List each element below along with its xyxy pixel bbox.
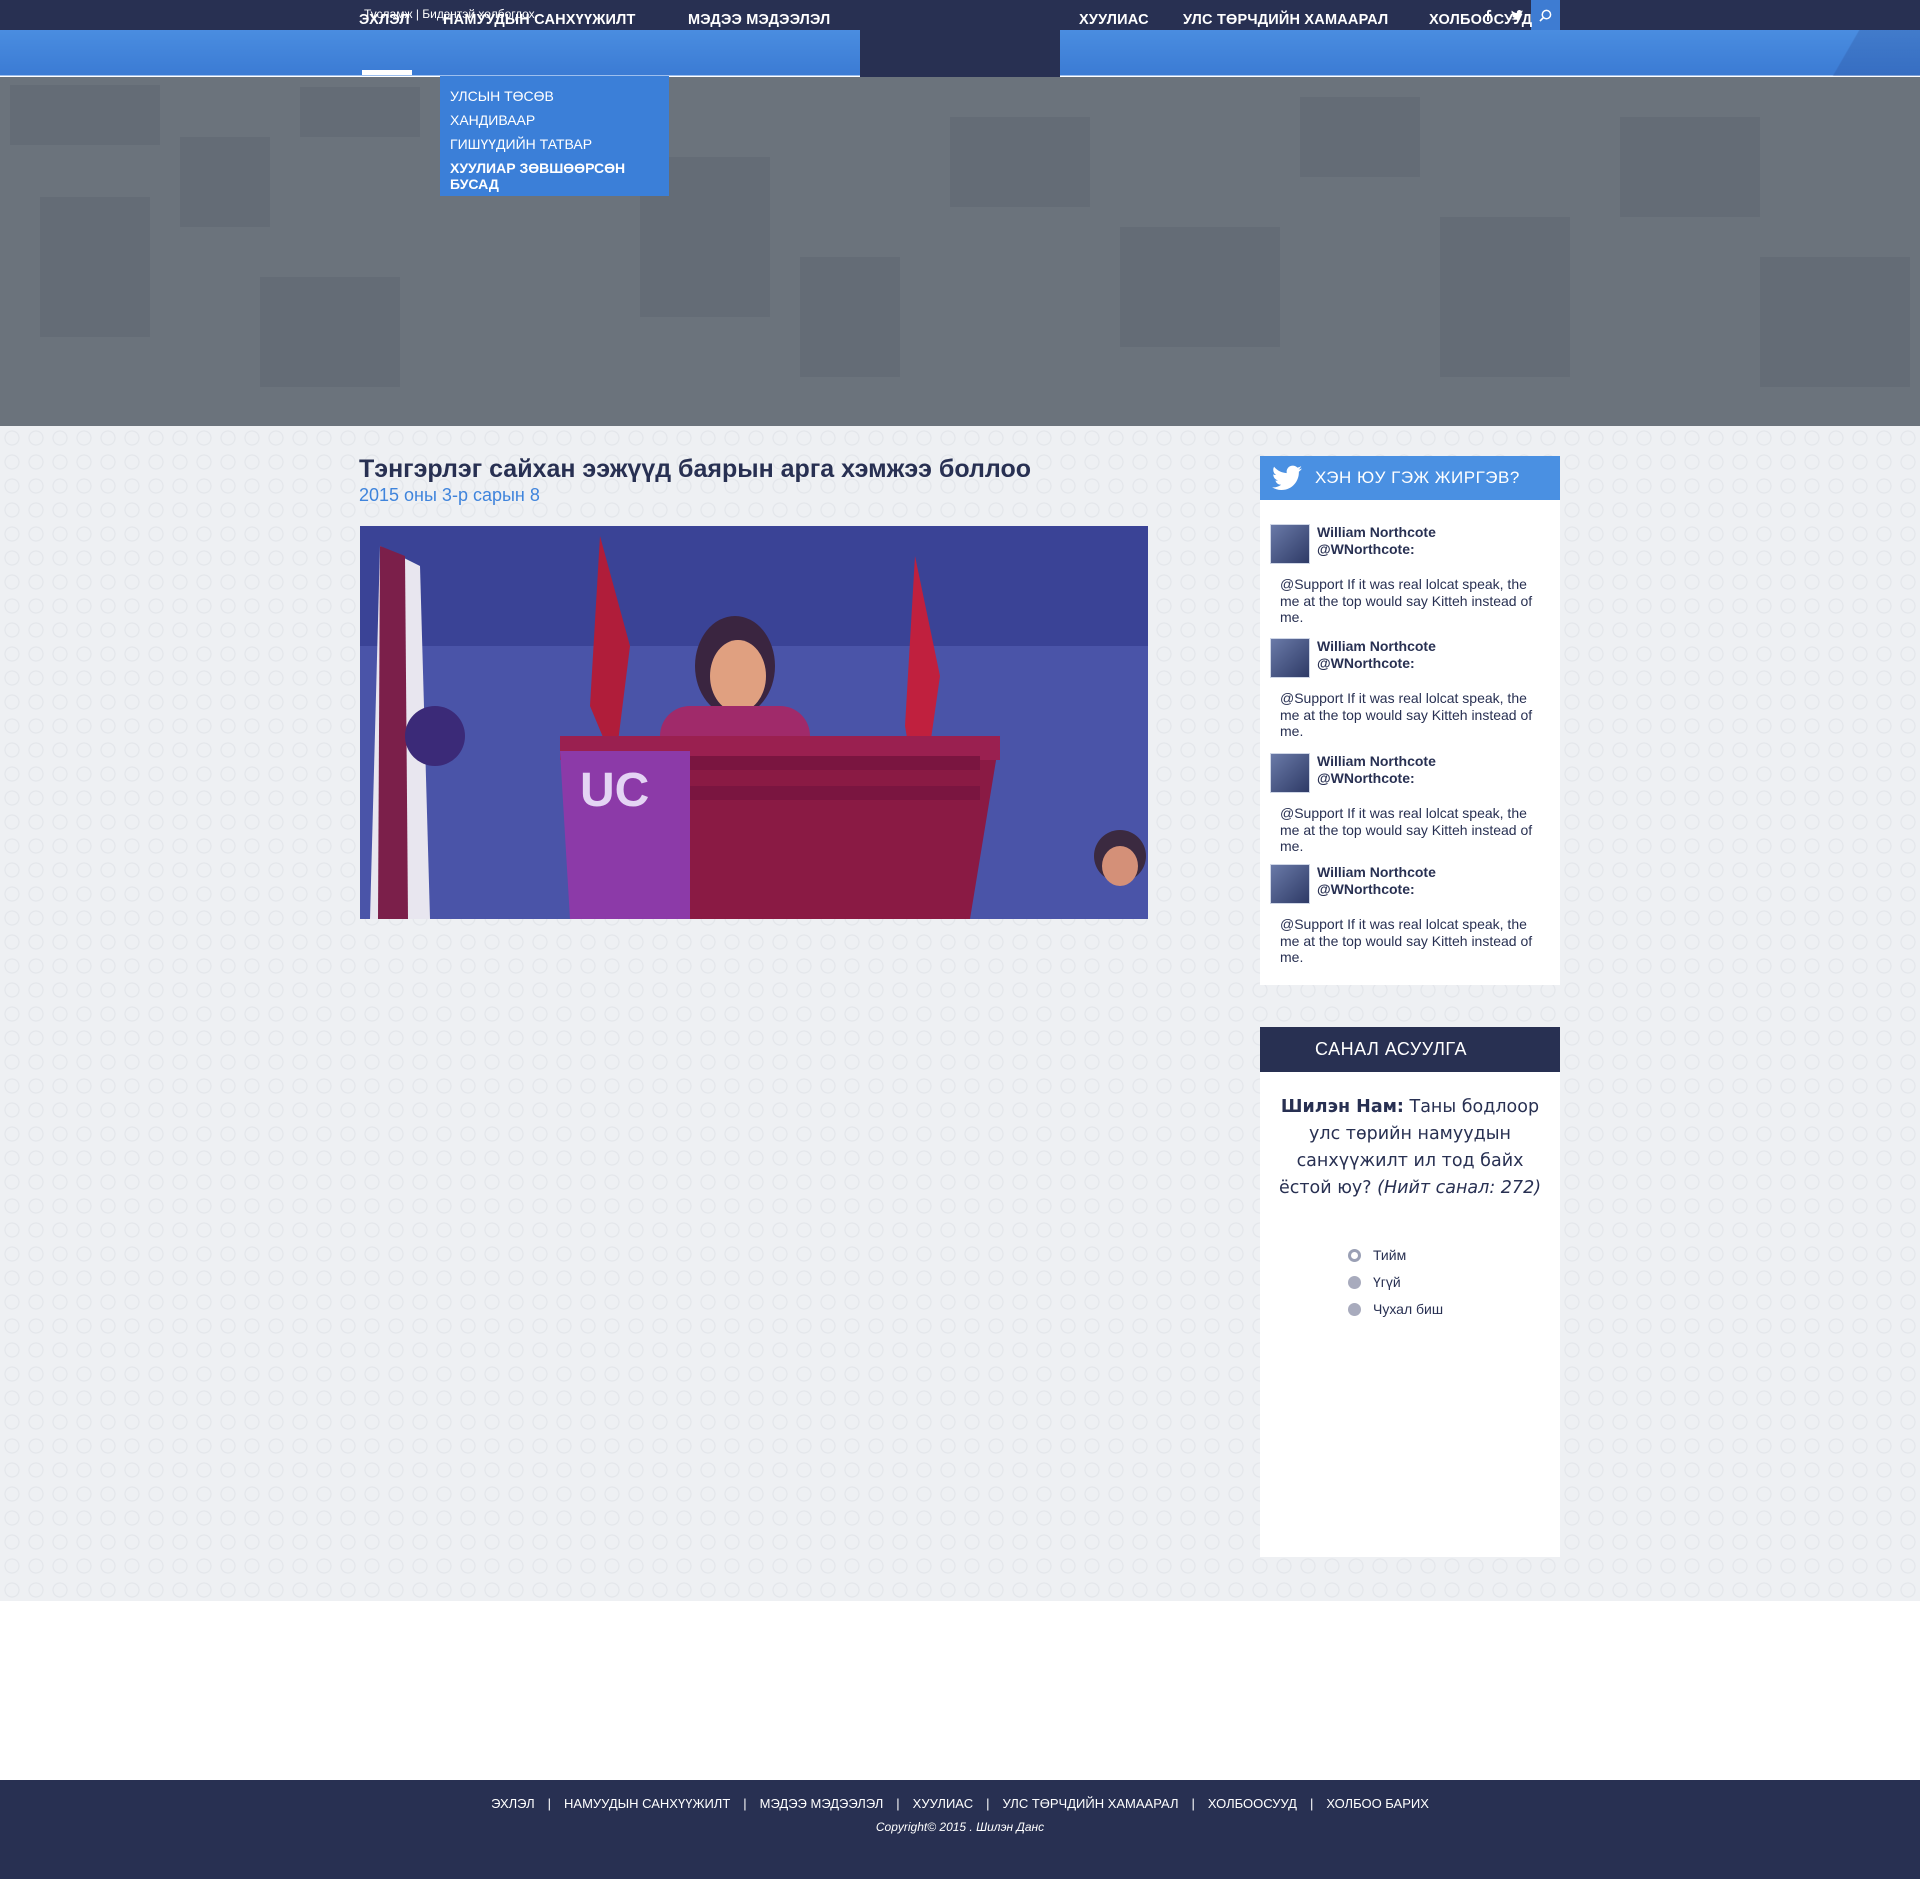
nav-law[interactable]: ХУУЛИАС bbox=[1079, 12, 1149, 28]
poll-lead: Шилэн Нам: bbox=[1280, 1097, 1404, 1117]
twitter-widget-title: ХЭН ЮУ ГЭЖ ЖИРГЭВ? bbox=[1315, 468, 1520, 487]
hero-banner bbox=[0, 77, 1920, 426]
nav-politician-relations[interactable]: УЛС ТӨРЧДИЙН ХАМААРАЛ bbox=[1183, 12, 1388, 28]
tweet-author[interactable]: William Northcote @WNorthcote: bbox=[1317, 638, 1436, 672]
footer-separator: | bbox=[1191, 1796, 1195, 1811]
poll-option-label: Үгүй bbox=[1373, 1274, 1401, 1290]
tweet-author[interactable]: William Northcote @WNorthcote: bbox=[1317, 864, 1436, 898]
footer-nav: ЭХЛЭЛ | НАМУУДЫН САНХҮҮЖИЛТ | МЭДЭЭ МЭДЭЭЛЭЛ… bbox=[0, 1796, 1920, 1811]
nav-news[interactable]: МЭДЭЭ МЭДЭЭЛЭЛ bbox=[688, 12, 830, 28]
poll-option-not-important[interactable]: Чухал биш bbox=[1348, 1301, 1443, 1317]
poll-option-label: Тийм bbox=[1373, 1247, 1407, 1263]
twitter-widget-header: ХЭН ЮУ ГЭЖ ЖИРГЭВ? bbox=[1260, 456, 1560, 500]
search-icon[interactable] bbox=[1531, 0, 1560, 30]
avatar[interactable] bbox=[1270, 864, 1310, 904]
avatar[interactable] bbox=[1270, 638, 1310, 678]
footer-link-politician-relations[interactable]: УЛС ТӨРЧДИЙН ХАМААРАЛ bbox=[1002, 1796, 1178, 1811]
poll-title: САНАЛ АСУУЛГА bbox=[1315, 1039, 1467, 1059]
tweet-text: @Support If it was real lolcat speak, th… bbox=[1280, 916, 1533, 965]
footer-link-law[interactable]: ХУУЛИАС bbox=[913, 1796, 973, 1811]
poll-header: САНАЛ АСУУЛГА bbox=[1260, 1027, 1560, 1072]
footer-link-contact[interactable]: ХОЛБОО БАРИХ bbox=[1326, 1796, 1429, 1811]
poll-option-no[interactable]: Үгүй bbox=[1348, 1274, 1401, 1290]
twitter-bird-icon bbox=[1272, 465, 1302, 490]
footer-link-party-finance[interactable]: НАМУУДЫН САНХҮҮЖИЛТ bbox=[564, 1796, 730, 1811]
article-date: 2015 оны 3-р сарын 8 bbox=[359, 485, 540, 505]
tweet-text: @Support If it was real lolcat speak, th… bbox=[1280, 690, 1533, 739]
poll-option-yes[interactable]: Тийм bbox=[1348, 1247, 1406, 1263]
tweet-text: @Support If it was real lolcat speak, th… bbox=[1280, 576, 1533, 625]
podium-photo: UC bbox=[360, 526, 1148, 919]
avatar[interactable] bbox=[1270, 753, 1310, 793]
poll-total: (Нийт санал: 272) bbox=[1377, 1178, 1542, 1198]
radio-icon[interactable] bbox=[1348, 1275, 1361, 1289]
footer-separator: | bbox=[547, 1796, 552, 1811]
nav-home[interactable]: ЭХЛЭЛ bbox=[359, 12, 410, 28]
article-image[interactable]: UC bbox=[360, 526, 1148, 919]
nav-links[interactable]: ХОЛБООСУУД bbox=[1429, 12, 1532, 28]
footer-separator: | bbox=[743, 1796, 747, 1811]
podium-logo-text: UC bbox=[580, 764, 649, 817]
top-bar bbox=[0, 0, 1920, 30]
footer-link-home[interactable]: ЭХЛЭЛ bbox=[491, 1796, 535, 1811]
copyright: Copyright© 2015 . Шилэн Данс bbox=[875, 1820, 1045, 1834]
footer-separator: | bbox=[896, 1796, 900, 1811]
poll-option-label: Чухал биш bbox=[1373, 1301, 1444, 1317]
finance-dropdown: УЛСЫН ТӨСӨВ ХАНДИВААР ГИШҮҮДИЙН ТАТВАР Х… bbox=[440, 76, 669, 196]
dropdown-other-legal[interactable]: ХУУЛИАР ЗӨВШӨӨРСӨН БУСАД bbox=[450, 160, 659, 192]
article-title[interactable]: Тэнгэрлэг сайхан ээжүүд баярын арга хэмж… bbox=[359, 455, 1031, 484]
nav-party-finance[interactable]: НАМУУДЫН САНХҮҮЖИЛТ bbox=[443, 12, 636, 28]
dropdown-state-budget[interactable]: УЛСЫН ТӨСӨВ bbox=[450, 84, 659, 108]
twitter-widget-body bbox=[1260, 500, 1560, 985]
top-links-divider: | bbox=[415, 7, 419, 21]
dropdown-donations[interactable]: ХАНДИВААР bbox=[450, 108, 659, 132]
footer-separator: | bbox=[986, 1796, 990, 1811]
avatar[interactable] bbox=[1270, 524, 1310, 564]
radio-icon[interactable] bbox=[1348, 1302, 1361, 1316]
tweet-author[interactable]: William Northcote @WNorthcote: bbox=[1317, 524, 1436, 558]
nav-decoration bbox=[1800, 30, 1920, 76]
dropdown-member-fees[interactable]: ГИШҮҮДИЙН ТАТВАР bbox=[450, 132, 659, 156]
nav-active-indicator bbox=[362, 70, 412, 75]
tweet-author[interactable]: William Northcote @WNorthcote: bbox=[1317, 753, 1436, 787]
poll-question: Шилэн Нам: Таны бодлоор улс төрийн намуу… bbox=[1270, 1094, 1550, 1202]
footer-separator: | bbox=[1309, 1796, 1314, 1811]
tweet-text: @Support If it was real lolcat speak, th… bbox=[1280, 805, 1533, 854]
footer-link-links[interactable]: ХОЛБООСУУД bbox=[1208, 1796, 1297, 1811]
footer-link-news[interactable]: МЭДЭЭ МЭДЭЭЛЭЛ bbox=[760, 1796, 884, 1811]
radio-selected-icon[interactable] bbox=[1348, 1248, 1361, 1262]
